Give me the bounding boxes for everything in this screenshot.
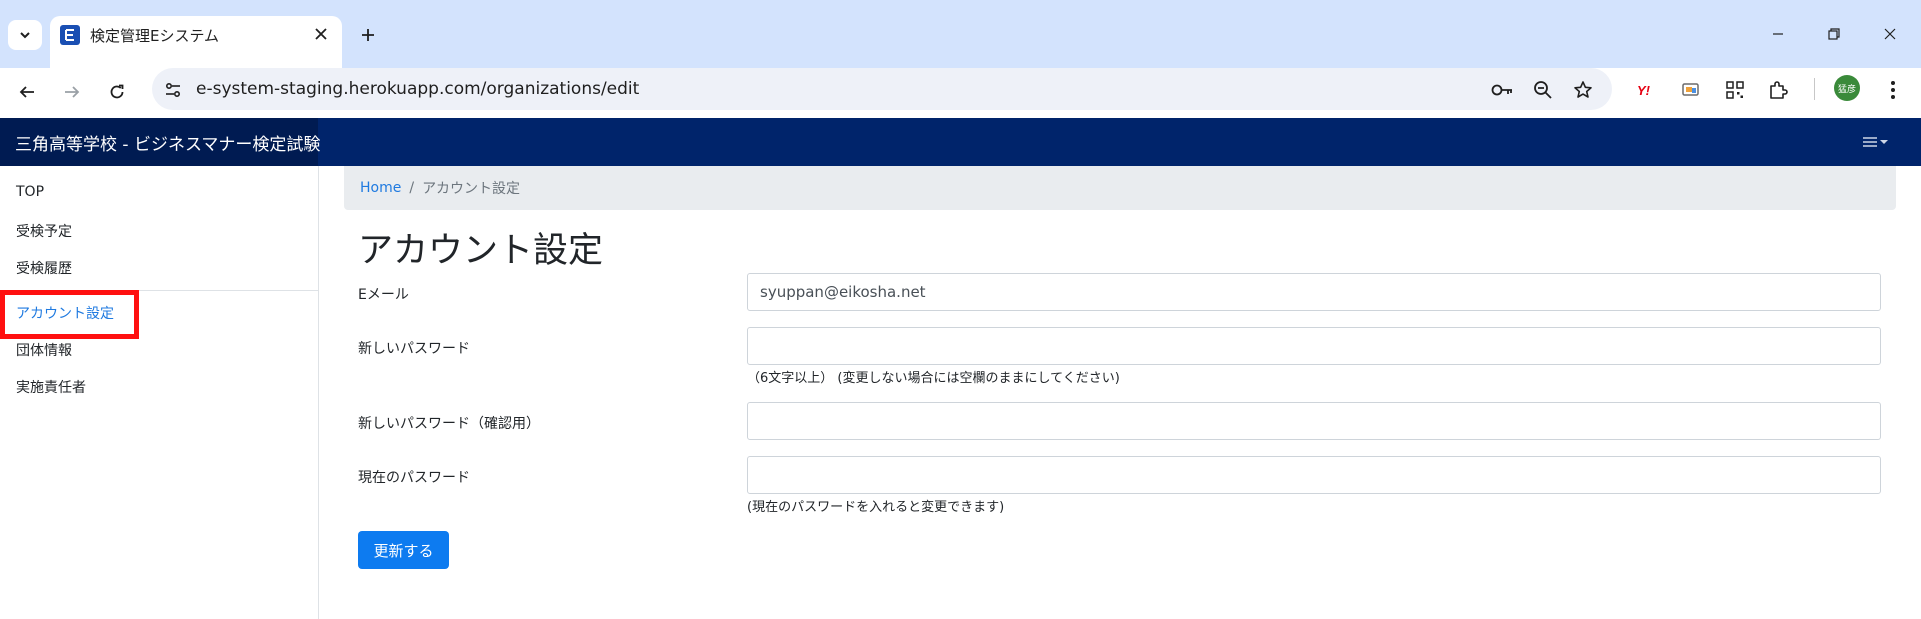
new-tab-button[interactable]	[353, 20, 383, 50]
site-favicon-icon	[60, 25, 80, 45]
more-vertical-icon	[1891, 81, 1895, 99]
bookmark-star-button[interactable]	[1569, 76, 1597, 104]
zoom-button[interactable]	[1529, 76, 1557, 104]
highlight-box	[0, 290, 139, 339]
email-label: Eメール	[358, 287, 409, 303]
email-field[interactable]	[747, 273, 1881, 311]
tab-search-button[interactable]	[8, 20, 42, 50]
cast-extension-icon[interactable]	[1677, 76, 1705, 104]
password-key-button[interactable]	[1489, 76, 1517, 104]
restore-window-button[interactable]	[1816, 18, 1852, 50]
minimize-window-button[interactable]	[1760, 18, 1796, 50]
arrow-left-icon	[19, 86, 34, 98]
tune-icon	[165, 82, 181, 98]
new-password-label: 新しいパスワード	[358, 341, 470, 357]
breadcrumb-separator: /	[409, 180, 415, 196]
sidebar-item-exam-history[interactable]: 受検履歴	[16, 258, 72, 278]
app-brand[interactable]: 三角高等学校 - ビジネスマナー検定試験	[0, 118, 320, 166]
zoom-out-icon	[1534, 81, 1552, 99]
site-info-button[interactable]	[160, 77, 186, 103]
minimize-icon	[1773, 33, 1783, 35]
caret-down-icon	[1880, 140, 1888, 144]
breadcrumb-home-link[interactable]: Home	[360, 180, 401, 196]
sidebar-item-responsible-person[interactable]: 実施責任者	[16, 377, 86, 397]
sidebar-item-exam-schedule[interactable]: 受検予定	[16, 221, 72, 241]
close-icon	[1884, 28, 1896, 40]
tab-close-button[interactable]	[309, 22, 333, 46]
confirm-password-field[interactable]	[747, 402, 1881, 440]
toolbar-separator	[1814, 78, 1815, 100]
update-button[interactable]: 更新する	[358, 531, 449, 569]
extensions-puzzle-icon[interactable]	[1764, 76, 1792, 104]
sidebar-item-top[interactable]: TOP	[16, 184, 44, 200]
back-button[interactable]	[9, 74, 45, 110]
new-password-help: （6文字以上） (変更しない場合には空欄のままにしてください)	[747, 371, 1120, 386]
browser-menu-button[interactable]	[1879, 76, 1907, 104]
forward-button[interactable]	[54, 74, 90, 110]
restore-icon	[1828, 28, 1840, 40]
plus-icon	[362, 29, 374, 41]
confirm-password-label: 新しいパスワード（確認用）	[358, 416, 540, 432]
close-icon	[315, 28, 327, 40]
svg-text:Y!: Y!	[1637, 83, 1651, 98]
close-window-button[interactable]	[1872, 18, 1908, 50]
current-password-label: 現在のパスワード	[358, 470, 470, 486]
url-text[interactable]: e-system-staging.herokuapp.com/organizat…	[196, 79, 639, 99]
yahoo-extension-icon[interactable]: Y!	[1633, 76, 1661, 104]
current-password-field[interactable]	[747, 456, 1881, 494]
page-title: アカウント設定	[358, 231, 604, 271]
profile-avatar[interactable]: 猛彦	[1834, 75, 1860, 101]
navbar-menu-toggle[interactable]	[1863, 132, 1888, 152]
new-password-field[interactable]	[747, 327, 1881, 365]
star-icon	[1574, 81, 1592, 98]
tab-title: 検定管理Eシステム	[90, 27, 220, 45]
breadcrumb-current: アカウント設定	[422, 181, 521, 197]
hamburger-icon	[1863, 137, 1877, 147]
sidebar-item-organization-info[interactable]: 団体情報	[16, 340, 72, 360]
chevron-down-icon	[20, 32, 30, 39]
reload-button[interactable]	[99, 74, 135, 110]
key-icon	[1491, 84, 1512, 96]
arrow-right-icon	[65, 86, 80, 98]
current-password-help: (現在のパスワードを入れると変更できます)	[747, 500, 1005, 515]
breadcrumb: Home / アカウント設定	[344, 166, 1896, 210]
reload-icon	[110, 84, 124, 99]
qr-code-icon[interactable]	[1721, 76, 1749, 104]
